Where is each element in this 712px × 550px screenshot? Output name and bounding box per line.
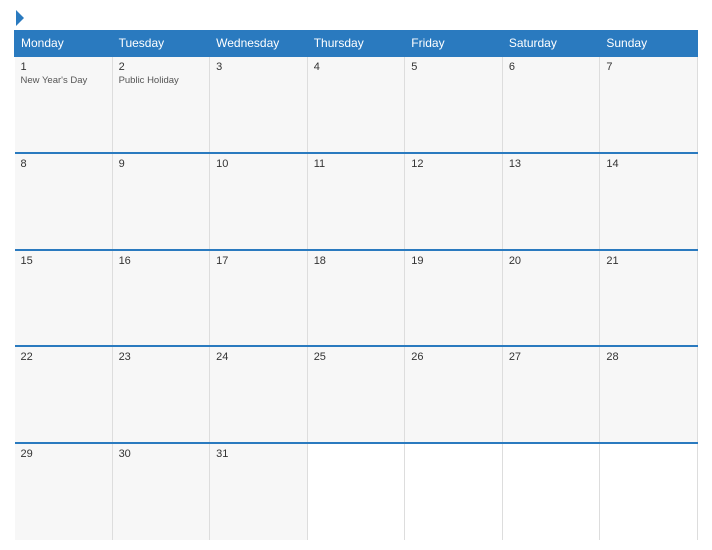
calendar-day-cell: 23 — [112, 346, 210, 443]
day-of-week-header: Thursday — [307, 31, 405, 57]
calendar-week-row: 22 23 24 25 26 27 28 — [15, 346, 698, 443]
calendar-day-cell: 15 — [15, 250, 113, 347]
day-number: 30 — [119, 448, 204, 460]
calendar-day-cell — [307, 443, 405, 540]
calendar-day-cell: 17 — [210, 250, 308, 347]
day-number: 29 — [21, 448, 106, 460]
day-number: 27 — [509, 351, 594, 363]
calendar-day-cell: 26 — [405, 346, 503, 443]
calendar-day-cell: 24 — [210, 346, 308, 443]
holiday-label: New Year's Day — [21, 75, 106, 86]
day-of-week-header: Saturday — [502, 31, 600, 57]
day-number: 18 — [314, 255, 399, 267]
calendar-day-cell: 27 — [502, 346, 600, 443]
day-number: 4 — [314, 61, 399, 73]
calendar-day-cell: 10 — [210, 153, 308, 250]
day-number: 6 — [509, 61, 594, 73]
day-number: 2 — [119, 61, 204, 73]
day-of-week-header: Wednesday — [210, 31, 308, 57]
calendar-day-cell: 18 — [307, 250, 405, 347]
day-number: 8 — [21, 158, 106, 170]
calendar-day-cell: 29 — [15, 443, 113, 540]
day-number: 17 — [216, 255, 301, 267]
calendar-day-cell: 4 — [307, 56, 405, 153]
calendar-week-row: 1 New Year's Day 2 Public Holiday 3 45 67 — [15, 56, 698, 153]
calendar-day-cell: 19 — [405, 250, 503, 347]
day-number: 22 — [21, 351, 106, 363]
day-number: 20 — [509, 255, 594, 267]
calendar-week-row: 8 9 10 11 12 13 14 — [15, 153, 698, 250]
logo-triangle-icon — [16, 10, 24, 26]
calendar-day-cell: 2 Public Holiday — [112, 56, 210, 153]
day-number: 7 — [606, 61, 691, 73]
day-number: 24 — [216, 351, 301, 363]
calendar-day-cell — [502, 443, 600, 540]
calendar-day-cell: 9 — [112, 153, 210, 250]
calendar-day-cell: 30 — [112, 443, 210, 540]
day-number: 15 — [21, 255, 106, 267]
day-number: 28 — [606, 351, 691, 363]
day-number: 5 — [411, 61, 496, 73]
day-number: 19 — [411, 255, 496, 267]
day-number: 14 — [606, 158, 691, 170]
calendar-day-cell: 13 — [502, 153, 600, 250]
calendar-day-cell: 22 — [15, 346, 113, 443]
day-number: 26 — [411, 351, 496, 363]
day-number: 13 — [509, 158, 594, 170]
day-number: 10 — [216, 158, 301, 170]
day-of-week-header: Monday — [15, 31, 113, 57]
logo — [14, 10, 24, 26]
day-number: 1 — [21, 61, 106, 73]
day-number: 12 — [411, 158, 496, 170]
calendar-table: MondayTuesdayWednesdayThursdayFridaySatu… — [14, 30, 698, 540]
calendar-day-cell: 7 — [600, 56, 698, 153]
calendar-week-row: 29 30 31 — [15, 443, 698, 540]
day-number: 21 — [606, 255, 691, 267]
calendar-day-cell: 11 — [307, 153, 405, 250]
day-number: 11 — [314, 158, 399, 170]
day-of-week-header: Friday — [405, 31, 503, 57]
calendar-day-cell: 3 — [210, 56, 308, 153]
calendar-page: MondayTuesdayWednesdayThursdayFridaySatu… — [0, 0, 712, 550]
calendar-day-cell: 6 — [502, 56, 600, 153]
calendar-day-cell: 28 — [600, 346, 698, 443]
calendar-day-cell: 16 — [112, 250, 210, 347]
day-number: 3 — [216, 61, 301, 73]
day-number: 25 — [314, 351, 399, 363]
calendar-header-row: MondayTuesdayWednesdayThursdayFridaySatu… — [15, 31, 698, 57]
calendar-day-cell: 1 New Year's Day — [15, 56, 113, 153]
calendar-day-cell: 25 — [307, 346, 405, 443]
calendar-day-cell: 5 — [405, 56, 503, 153]
calendar-week-row: 15 16 17 18 19 20 21 — [15, 250, 698, 347]
calendar-day-cell: 20 — [502, 250, 600, 347]
day-number: 16 — [119, 255, 204, 267]
day-number: 23 — [119, 351, 204, 363]
calendar-day-cell: 8 — [15, 153, 113, 250]
day-of-week-header: Sunday — [600, 31, 698, 57]
header — [14, 10, 698, 26]
calendar-day-cell — [600, 443, 698, 540]
calendar-day-cell: 21 — [600, 250, 698, 347]
calendar-day-cell: 14 — [600, 153, 698, 250]
holiday-label: Public Holiday — [119, 75, 204, 86]
calendar-day-cell: 31 — [210, 443, 308, 540]
day-of-week-header: Tuesday — [112, 31, 210, 57]
logo-blue-text — [14, 10, 24, 26]
calendar-day-cell: 12 — [405, 153, 503, 250]
day-number: 9 — [119, 158, 204, 170]
calendar-day-cell — [405, 443, 503, 540]
day-number: 31 — [216, 448, 301, 460]
